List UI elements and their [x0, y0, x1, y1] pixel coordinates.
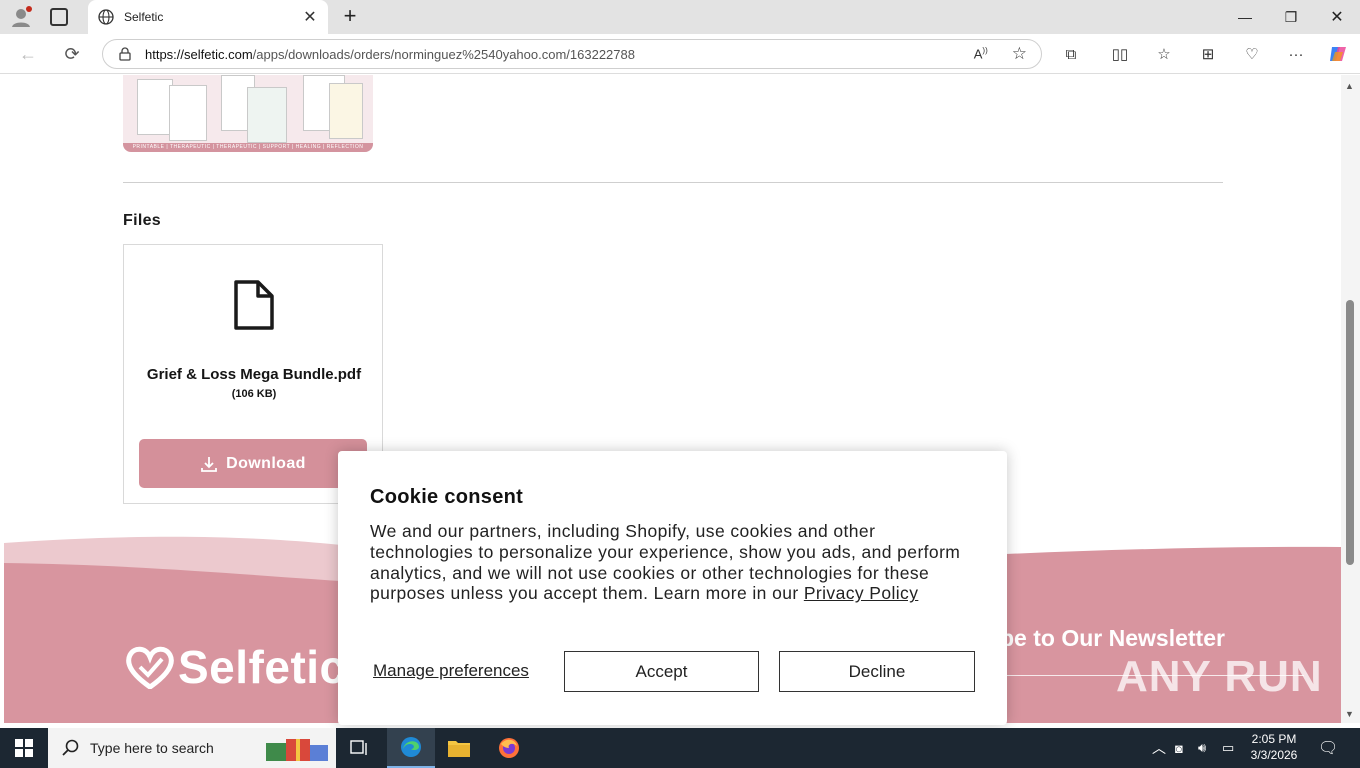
- taskbar: Type here to search ︿ ◙ 🔊︎ ▭ 2:05 PM 3/3…: [0, 728, 1360, 768]
- download-button[interactable]: Download: [139, 439, 367, 488]
- scroll-up-icon[interactable]: ▲: [1345, 81, 1354, 91]
- task-view-icon[interactable]: [336, 728, 384, 768]
- windows-icon: [15, 739, 33, 757]
- gifts-icon: [264, 735, 330, 761]
- globe-icon: [98, 9, 114, 25]
- refresh-button[interactable]: ⟳: [58, 40, 86, 68]
- privacy-policy-link[interactable]: Privacy Policy: [804, 583, 919, 603]
- favorites-icon[interactable]: ☆: [1152, 42, 1176, 66]
- read-aloud-icon[interactable]: A)): [974, 46, 988, 61]
- scroll-thumb[interactable]: [1346, 300, 1354, 565]
- product-image: PRINTABLE | THERAPEUTIC | THERAPEUTIC | …: [123, 75, 373, 152]
- footer-logo[interactable]: Selfetic: [126, 640, 346, 694]
- tab-actions-icon[interactable]: [50, 8, 68, 26]
- cookie-title: Cookie consent: [370, 486, 524, 508]
- network-icon[interactable]: ▭: [1222, 728, 1234, 768]
- search-icon: [62, 739, 79, 756]
- cookie-consent-dialog: Cookie consent We and our partners, incl…: [338, 451, 1007, 725]
- tab-title: Selfetic: [124, 10, 164, 24]
- meet-now-icon[interactable]: ◙: [1175, 728, 1183, 768]
- document-icon: [234, 280, 274, 330]
- file-name: Grief & Loss Mega Bundle.pdf (106 KB): [146, 366, 362, 400]
- minimize-button[interactable]: —: [1222, 0, 1268, 34]
- clock-time: 2:05 PM: [1251, 732, 1297, 746]
- notifications-icon[interactable]: 🗨︎: [1318, 728, 1338, 768]
- more-menu-icon[interactable]: ···: [1284, 42, 1308, 66]
- scroll-down-icon[interactable]: ▼: [1345, 709, 1354, 719]
- manage-preferences-link[interactable]: Manage preferences: [373, 661, 529, 681]
- close-tab-icon[interactable]: ✕: [302, 7, 318, 27]
- tab-bar: Selfetic ✕ + — ❐ ✕: [0, 0, 1360, 34]
- extensions-icon[interactable]: ⧉: [1059, 42, 1083, 66]
- profile-icon[interactable]: [10, 6, 32, 28]
- tray-chevron-icon[interactable]: ︿: [1152, 728, 1166, 768]
- files-heading: Files: [123, 212, 161, 229]
- cookie-body: We and our partners, including Shopify, …: [370, 521, 961, 604]
- section-divider: [123, 182, 1223, 183]
- lock-icon: [119, 47, 131, 61]
- file-size: (106 KB): [231, 388, 277, 400]
- download-icon: [201, 456, 218, 472]
- accept-button[interactable]: Accept: [564, 651, 759, 692]
- start-button[interactable]: [0, 728, 48, 768]
- taskbar-search[interactable]: Type here to search: [48, 728, 336, 768]
- tab-selfetic[interactable]: Selfetic ✕: [88, 0, 328, 34]
- edge-taskbar-icon[interactable]: [387, 728, 435, 768]
- footer-logo-text: Selfetic: [178, 641, 346, 693]
- url-text: https://selfetic.com/apps/downloads/orde…: [145, 46, 635, 62]
- favorite-star-icon[interactable]: ☆: [1012, 44, 1027, 64]
- new-tab-button[interactable]: +: [338, 4, 362, 28]
- restore-button[interactable]: ❐: [1268, 0, 1314, 34]
- clock-date: 3/3/2026: [1250, 748, 1298, 762]
- search-placeholder: Type here to search: [90, 740, 214, 756]
- volume-icon[interactable]: 🔊︎: [1198, 728, 1206, 768]
- watermark: ANY RUN: [1116, 652, 1323, 701]
- taskbar-clock[interactable]: 2:05 PM 3/3/2026: [1236, 731, 1312, 763]
- copilot-icon[interactable]: [1326, 42, 1350, 66]
- browser-essentials-icon[interactable]: ♡: [1240, 42, 1264, 66]
- close-window-button[interactable]: ✕: [1314, 0, 1360, 34]
- heart-logo-icon: [126, 646, 174, 689]
- split-screen-icon[interactable]: ▯▯: [1108, 42, 1132, 66]
- newsletter-title: be to Our Newsletter: [1000, 625, 1225, 651]
- download-label: Download: [226, 454, 306, 472]
- product-image-caption: PRINTABLE | THERAPEUTIC | THERAPEUTIC | …: [123, 143, 373, 152]
- page-scrollbar[interactable]: ▲ ▼: [1341, 75, 1360, 723]
- firefox-icon[interactable]: [485, 728, 533, 768]
- url-field[interactable]: https://selfetic.com/apps/downloads/orde…: [102, 39, 1042, 69]
- decline-button[interactable]: Decline: [779, 651, 975, 692]
- back-button[interactable]: ←: [14, 40, 42, 68]
- collections-icon[interactable]: ⊞: [1196, 42, 1220, 66]
- address-bar: ← ⟳ https://selfetic.com/apps/downloads/…: [0, 34, 1360, 74]
- file-explorer-icon[interactable]: [435, 728, 483, 768]
